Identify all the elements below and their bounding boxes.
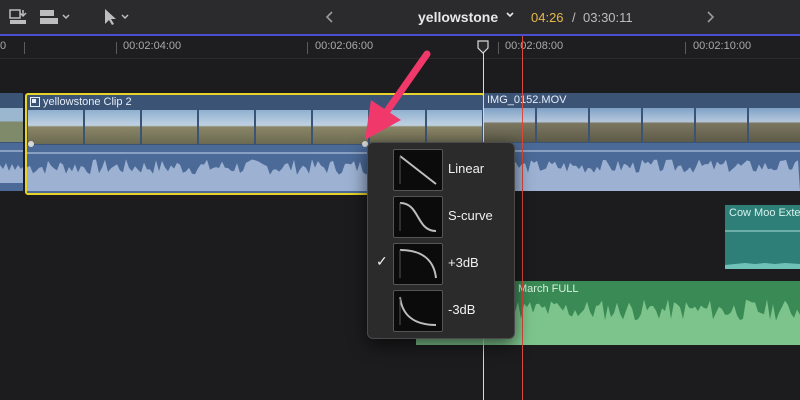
project-title[interactable]: yellowstone bbox=[418, 9, 498, 25]
playhead-handle-icon[interactable] bbox=[477, 40, 489, 54]
clip-audio-waveform bbox=[483, 143, 800, 191]
menu-item-minus-3db[interactable]: -3dB bbox=[368, 287, 514, 333]
clip-title: yellowstone Clip 2 bbox=[43, 96, 132, 108]
minus-3db-curve-icon bbox=[393, 290, 443, 332]
clip-title: Cow Moo Exte bbox=[729, 207, 800, 219]
timecode-current: 04:26 bbox=[531, 10, 564, 25]
clip-title: IMG_0152.MOV bbox=[487, 94, 567, 106]
ruler-tick bbox=[498, 42, 499, 54]
ruler-label: 00:02:04:00 bbox=[123, 40, 182, 52]
fade-shape-menu: Linear S-curve ✓ +3dB -3dB bbox=[367, 142, 515, 339]
ruler-tick bbox=[685, 42, 686, 54]
ruler-tick bbox=[116, 42, 117, 54]
clip-audio-waveform bbox=[725, 230, 800, 269]
chevron-right-icon[interactable] bbox=[704, 8, 716, 26]
timeline-clip[interactable]: IMG_0152.MOV bbox=[483, 93, 800, 191]
ruler-tick bbox=[24, 42, 25, 54]
skimmer-line bbox=[522, 36, 523, 400]
clip-filmstrip bbox=[483, 108, 800, 142]
checkmark-icon: ✓ bbox=[376, 253, 388, 269]
connected-clip-cow[interactable]: Cow Moo Exte bbox=[725, 205, 800, 269]
timecode-separator: / bbox=[572, 10, 576, 25]
timecode-total: 03:30:11 bbox=[583, 10, 633, 25]
fade-handle-left[interactable] bbox=[27, 140, 35, 148]
menu-item-plus-3db[interactable]: ✓ +3dB bbox=[368, 240, 514, 286]
select-arrow-tool-icon[interactable] bbox=[102, 8, 132, 26]
ruler-label: 00:02:10:00 bbox=[693, 40, 752, 52]
menu-item-label: S-curve bbox=[448, 208, 493, 223]
clip-filmstrip bbox=[0, 108, 23, 142]
menu-item-linear[interactable]: Linear bbox=[368, 146, 514, 192]
chevron-left-icon[interactable] bbox=[324, 8, 336, 26]
menu-item-label: -3dB bbox=[448, 302, 476, 317]
timeline-clip-partial[interactable] bbox=[0, 93, 23, 191]
annotation-arrow-icon bbox=[365, 50, 431, 140]
clip-audio-waveform bbox=[0, 143, 23, 191]
plus-3db-curve-icon bbox=[393, 243, 443, 285]
linear-curve-icon bbox=[393, 149, 443, 191]
s-curve-icon bbox=[393, 196, 443, 238]
ruler-tick bbox=[307, 42, 308, 54]
ruler-label: 0 bbox=[0, 40, 7, 52]
menu-item-s-curve[interactable]: S-curve bbox=[368, 193, 514, 239]
clip-appearance-icon[interactable] bbox=[38, 8, 72, 26]
import-media-icon[interactable] bbox=[8, 8, 28, 26]
ruler-label: 00:02:08:00 bbox=[505, 40, 564, 52]
clip-title: March FULL bbox=[518, 283, 579, 295]
menu-item-label: +3dB bbox=[448, 255, 479, 270]
menu-item-label: Linear bbox=[448, 161, 485, 176]
clip-icon bbox=[30, 97, 40, 107]
chevron-down-icon[interactable] bbox=[504, 8, 516, 22]
timeline-toolbar: yellowstone 04:26 / 03:30:11 bbox=[0, 0, 800, 36]
